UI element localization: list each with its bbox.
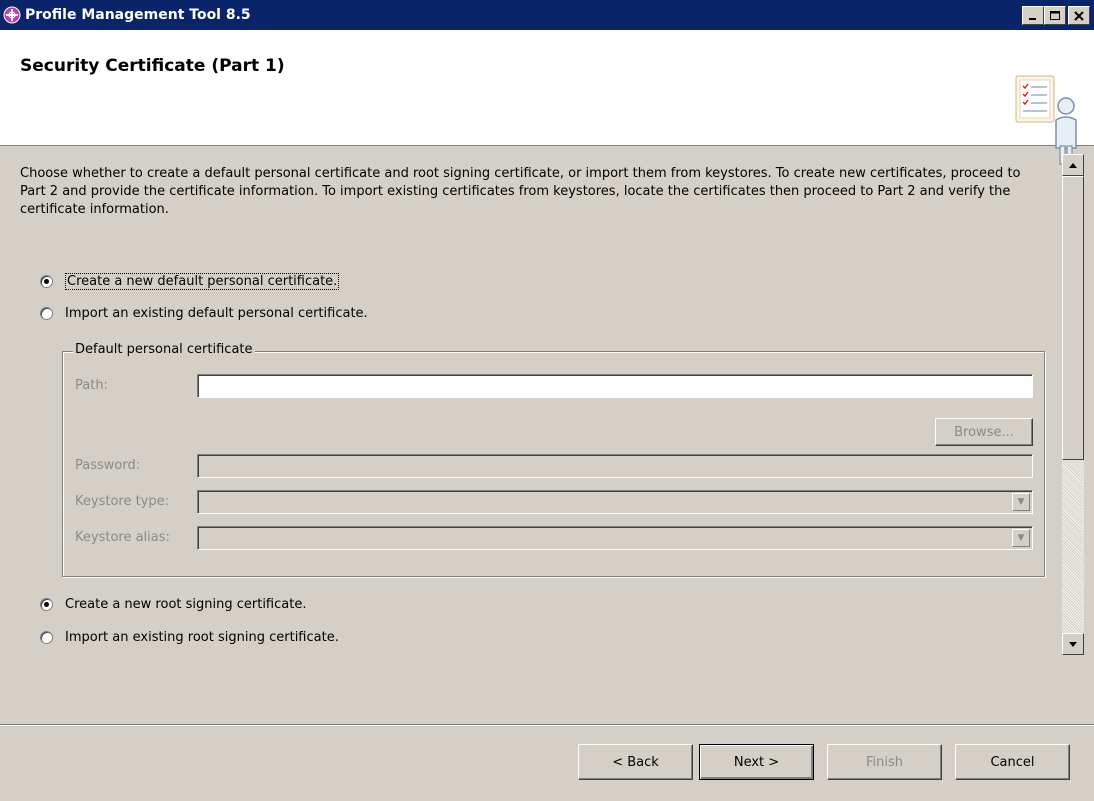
radio-button-unchecked[interactable] <box>40 631 53 644</box>
wizard-header: Security Certificate (Part 1) <box>0 30 1094 165</box>
radio-import-root[interactable]: Import an existing root signing certific… <box>40 630 339 645</box>
keystore-alias-label: Keystore alias: <box>75 530 170 545</box>
maximize-icon <box>1050 10 1060 20</box>
radio-create-root[interactable]: Create a new root signing certificate. <box>40 597 306 612</box>
radio-label: Create a new default personal certificat… <box>65 273 340 290</box>
description-text: Choose whether to create a default perso… <box>20 166 1021 217</box>
radio-button-unchecked[interactable] <box>40 307 53 320</box>
arrow-down-icon <box>1069 641 1077 647</box>
footer-separator <box>0 724 1094 726</box>
radio-import-personal[interactable]: Import an existing default personal cert… <box>40 306 368 321</box>
app-icon <box>3 6 21 24</box>
title-bar[interactable]: Profile Management Tool 8.5 <box>0 0 1094 30</box>
path-label: Path: <box>75 378 108 393</box>
radio-label: Import an existing default personal cert… <box>65 306 368 321</box>
radio-label: Import an existing root signing certific… <box>65 630 339 645</box>
chevron-down-icon[interactable]: ▼ <box>1012 529 1030 547</box>
scrollbar-thumb[interactable] <box>1062 176 1084 460</box>
keystore-type-select[interactable]: ▼ <box>197 490 1033 514</box>
cancel-button[interactable]: Cancel <box>955 744 1070 780</box>
back-button[interactable]: < Back <box>578 744 693 780</box>
arrow-up-icon <box>1069 162 1077 168</box>
password-label: Password: <box>75 458 141 473</box>
scroll-down-button[interactable] <box>1062 633 1084 655</box>
page-title: Security Certificate (Part 1) <box>20 56 285 76</box>
keystore-alias-select[interactable]: ▼ <box>197 526 1033 550</box>
keystore-type-label: Keystore type: <box>75 494 170 509</box>
vertical-scrollbar[interactable] <box>1062 154 1084 655</box>
minimize-icon <box>1029 17 1036 20</box>
close-button[interactable] <box>1068 6 1090 25</box>
browse-button[interactable]: Browse... <box>935 418 1033 446</box>
radio-label: Create a new root signing certificate. <box>65 597 307 612</box>
radio-button-checked[interactable] <box>40 598 53 611</box>
window-title: Profile Management Tool 8.5 <box>25 7 251 23</box>
radio-create-personal[interactable]: Create a new default personal certificat… <box>40 273 340 290</box>
path-input[interactable] <box>197 374 1033 398</box>
next-button[interactable]: Next > <box>699 744 814 780</box>
chevron-down-icon[interactable]: ▼ <box>1012 493 1030 511</box>
finish-button[interactable]: Finish <box>827 744 942 780</box>
scroll-up-button[interactable] <box>1062 154 1084 176</box>
wizard-content: Choose whether to create a default perso… <box>0 147 1062 656</box>
radio-button-checked[interactable] <box>40 275 53 288</box>
password-field[interactable] <box>197 454 1033 478</box>
personal-certificate-group: Default personal certificate Path: Brows… <box>62 342 1045 577</box>
close-icon <box>1074 10 1084 21</box>
maximize-button[interactable] <box>1044 6 1066 25</box>
group-legend: Default personal certificate <box>73 342 255 357</box>
minimize-button[interactable] <box>1022 6 1044 25</box>
